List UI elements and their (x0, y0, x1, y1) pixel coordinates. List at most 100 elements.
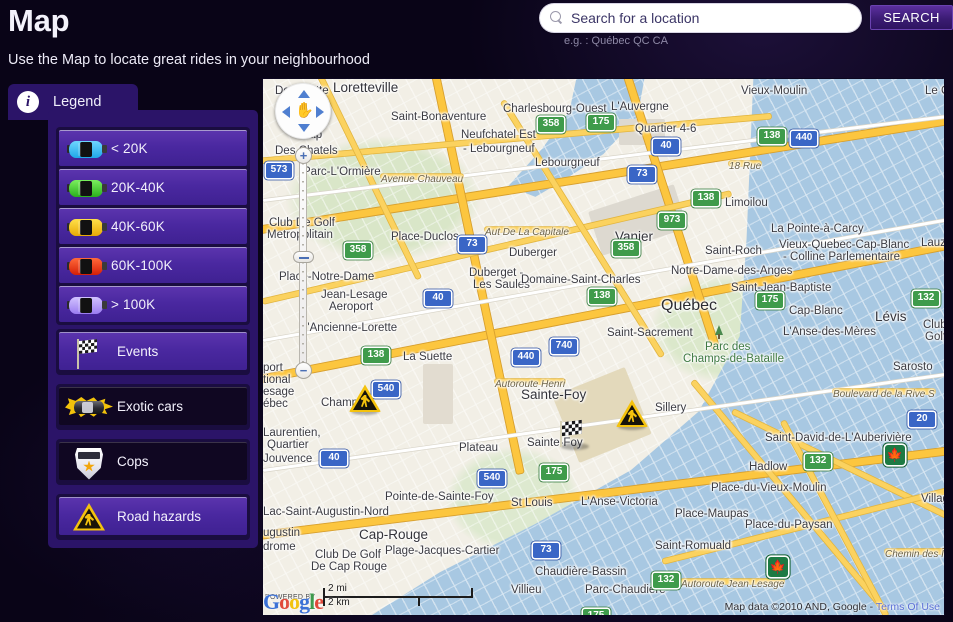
map-place-label: Sillery (655, 402, 687, 414)
highway-shield-icon: 440 (513, 350, 539, 365)
map-place-label: Pointe-de-Sainte-Foy (385, 491, 494, 503)
map-place-label: Autoroute Jean Lesage (681, 579, 785, 590)
map-place-label: Vieux-Quebec-Cap-Blanc (779, 239, 910, 251)
map-place-label: ébec (263, 398, 288, 410)
map-place-label: Neufchatel Est (461, 129, 536, 141)
legend-item-cops[interactable]: Cops (56, 439, 250, 485)
pan-down-icon[interactable] (298, 124, 310, 132)
car-icon (59, 251, 111, 281)
car-icon (59, 173, 111, 203)
car-icon (59, 290, 111, 320)
map-place-label: Autoroute Henri (495, 379, 566, 390)
legend-item-label: < 20K (111, 141, 148, 156)
search-button[interactable]: SEARCH (870, 5, 953, 30)
highway-shield-icon: 358 (345, 243, 371, 258)
zoom-out-button[interactable]: − (295, 362, 312, 379)
highway-shield-icon: 132 (913, 291, 939, 306)
hazard-marker[interactable] (615, 399, 649, 431)
map-pan-control[interactable]: ✋ (275, 83, 331, 139)
legend-item-40k-60k[interactable]: 40K-60K (59, 208, 247, 244)
map-place-label: Villag (921, 493, 944, 505)
map-zoom-control[interactable]: + − (291, 147, 315, 379)
highway-shield-icon: 175 (541, 465, 567, 480)
highway-shield-icon: 175 (588, 115, 614, 130)
map-place-label: Avenue Chauveau (381, 174, 464, 185)
map-viewport[interactable]: De LoretteLorettevilleSaint-BonaventureC… (262, 78, 945, 616)
car-icon (59, 212, 111, 242)
map-place-label: Saint-Bonaventure (391, 111, 487, 123)
highway-shield-icon: 20 (909, 412, 935, 427)
map-place-label: Saint-Romuald (655, 540, 732, 552)
maple-leaf-route-icon: 🍁 (768, 557, 788, 577)
map-place-label: Saint-Sacrement (607, 327, 693, 339)
map-place-label: Duberger (509, 247, 557, 259)
hazard-marker[interactable] (348, 384, 382, 416)
map-place-label: L'Ancienne-Lorette (301, 322, 398, 334)
map-place-label: Québec (661, 297, 718, 314)
legend-panel: < 20K 20K-40K 40K-60K 60K-100K > 100K Ev… (48, 110, 258, 548)
search-icon (550, 11, 564, 25)
legend-item-over-100k[interactable]: > 100K (59, 286, 247, 322)
highway-shield-icon: 740 (551, 339, 577, 354)
map-place-label: esage (263, 386, 295, 398)
map-place-label: De Cap Rouge (311, 561, 388, 573)
map-place-label: Sarosto (893, 361, 933, 373)
pan-up-icon[interactable] (298, 90, 310, 98)
map-place-label: Quartier (267, 439, 309, 451)
map-canvas[interactable]: De LoretteLorettevilleSaint-BonaventureC… (263, 79, 944, 615)
legend-item-exotic-cars[interactable]: Exotic cars (56, 384, 250, 430)
map-place-label: - Lebourgneuf (463, 143, 535, 155)
map-place-label: Duberget - (469, 267, 524, 279)
park-icon (713, 325, 725, 339)
map-place-label: Parc des (705, 341, 751, 353)
legend-item-label: Events (117, 344, 159, 359)
car-icon (59, 134, 111, 164)
highway-shield-icon: 73 (533, 543, 559, 558)
maple-leaf-route-icon: 🍁 (885, 445, 905, 465)
map-place-label: Domaine-Saint-Charles (521, 274, 641, 286)
page-title: Map (8, 3, 70, 38)
search-box[interactable] (540, 4, 861, 32)
map-place-label: Lebourgneuf (535, 157, 600, 169)
map-place-label: Le C (925, 85, 944, 97)
legend-item-events[interactable]: Events (56, 329, 250, 375)
map-place-label: La Pointe-à-Carcy (771, 223, 864, 235)
legend-item-label: Cops (117, 454, 149, 469)
legend-item-label: 40K-60K (111, 219, 165, 234)
map-place-label: Lauze (921, 237, 944, 249)
highway-shield-icon: 440 (791, 131, 817, 146)
map-place-label: Club (923, 319, 945, 331)
map-place-label: Quartier 4-6 (635, 123, 697, 135)
zoom-slider-thumb[interactable] (293, 251, 314, 263)
pan-hand-icon[interactable]: ✋ (295, 102, 314, 120)
map-place-label: tional (263, 374, 291, 386)
highway-shield-icon: 138 (693, 191, 719, 206)
map-place-label: Charlesbourg-Ouest (503, 103, 607, 115)
events-marker[interactable] (558, 419, 592, 451)
map-place-label: Place-Duclos (391, 231, 459, 243)
map-place-label: Aut De La Capitale (485, 227, 569, 238)
map-place-label: Saint-David-de-L'Auberivière (765, 432, 912, 444)
map-place-label: Jouvence (263, 453, 313, 465)
highway-shield-icon: 573 (266, 163, 292, 178)
legend-item-60k-100k[interactable]: 60K-100K (59, 247, 247, 283)
highway-shield-icon: 132 (805, 454, 831, 469)
map-place-label: Hadlow (749, 461, 788, 473)
pan-left-icon[interactable] (282, 106, 290, 118)
highway-shield-icon: 358 (613, 241, 639, 256)
exotic-car-icon (59, 390, 117, 424)
map-place-label: Club De Golf (315, 549, 381, 561)
map-place-label: Limoilou (725, 197, 768, 209)
legend-item-20k-40k[interactable]: 20K-40K (59, 169, 247, 205)
map-place-label: L'Auvergne (611, 101, 669, 113)
map-place-label: St Louis (511, 497, 553, 509)
legend-item-road-hazards[interactable]: Road hazards (56, 494, 250, 540)
legend-item-under-20k[interactable]: < 20K (59, 130, 247, 166)
map-place-label: L'Anse-Victoria (581, 496, 658, 508)
map-place-label: Laurentien, (263, 427, 321, 439)
zoom-in-button[interactable]: + (295, 147, 312, 164)
pan-right-icon[interactable] (316, 106, 324, 118)
search-input[interactable] (571, 10, 851, 26)
checkered-flag-icon (59, 335, 117, 369)
page-subtitle: Use the Map to locate great rides in you… (8, 52, 370, 68)
